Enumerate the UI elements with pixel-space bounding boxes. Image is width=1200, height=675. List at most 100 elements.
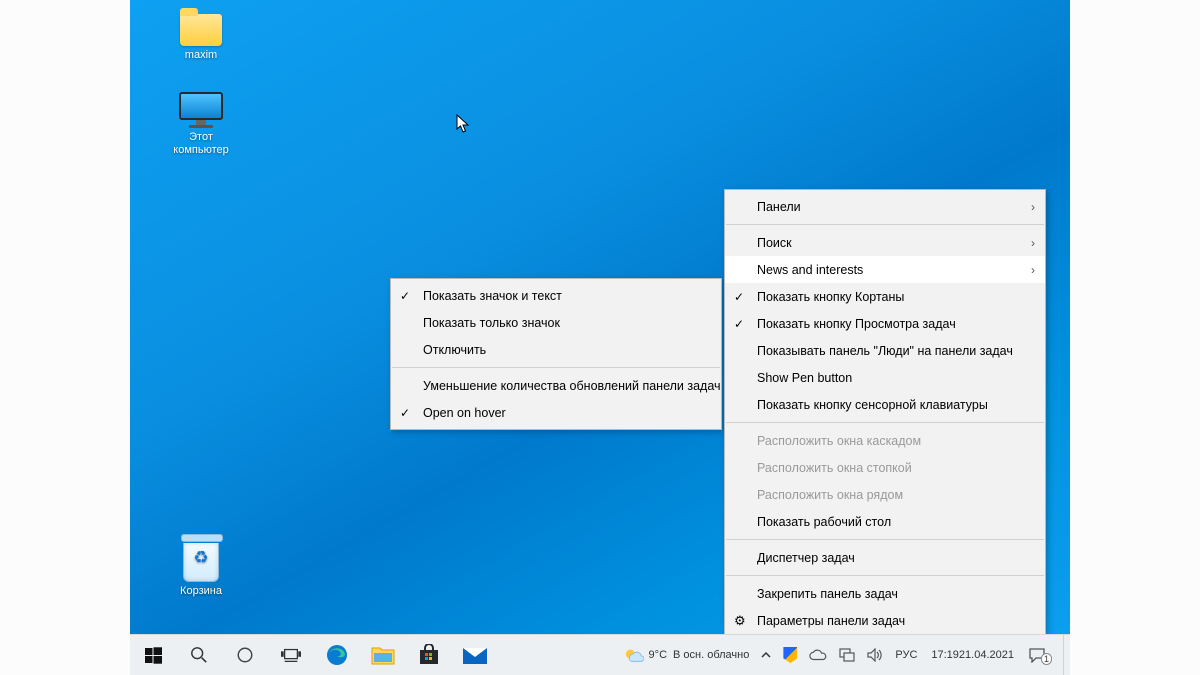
language-label: РУС — [895, 649, 917, 661]
clock-date: 21.04.2021 — [959, 649, 1014, 661]
this-pc-icon — [179, 92, 223, 128]
tray-overflow[interactable] — [755, 635, 777, 675]
weather-icon — [624, 646, 644, 664]
taskbar-left — [130, 635, 498, 675]
chevron-right-icon: › — [1031, 263, 1035, 277]
desktop-icon-user-folder[interactable]: maxim — [160, 14, 242, 62]
taskbar-app-edge[interactable] — [314, 635, 360, 675]
menu-item-label: Панели — [757, 200, 801, 214]
tray-security[interactable] — [777, 635, 803, 675]
cortana-button[interactable] — [222, 635, 268, 675]
menu-item-toolbars[interactable]: Панели › — [725, 193, 1045, 220]
menu-item-label: Уменьшение количества обновлений панели … — [423, 379, 721, 393]
desktop-icon-recycle-bin[interactable]: ♻ Корзина — [160, 534, 242, 598]
menu-item-label: Показать рабочий стол — [757, 515, 891, 529]
chevron-right-icon: › — [1031, 200, 1035, 214]
menu-item-reduce-updates[interactable]: Уменьшение количества обновлений панели … — [391, 372, 721, 399]
menu-item-label: Показать только значок — [423, 316, 560, 330]
menu-item-label: Поиск — [757, 236, 792, 250]
menu-item-side-by-side[interactable]: Расположить окна рядом — [725, 481, 1045, 508]
store-icon — [418, 644, 440, 666]
menu-item-people[interactable]: Показывать панель "Люди" на панели задач — [725, 337, 1045, 364]
taskbar-context-menu: Панели › Поиск › News and interests › ✓ … — [724, 189, 1046, 638]
desktop[interactable]: maxim Этот компьютер ♻ Корзина ✓ Показат… — [130, 0, 1070, 675]
menu-item-news-interests[interactable]: News and interests › — [725, 256, 1045, 283]
menu-item-label: Расположить окна каскадом — [757, 434, 921, 448]
menu-item-label: Параметры панели задач — [757, 614, 905, 628]
menu-separator — [726, 224, 1044, 225]
menu-item-cortana-button[interactable]: ✓ Показать кнопку Кортаны — [725, 283, 1045, 310]
menu-item-disable[interactable]: Отключить — [391, 336, 721, 363]
weather-desc: В осн. облачно — [673, 649, 749, 661]
menu-item-label: Показать кнопку Просмотра задач — [757, 317, 956, 331]
menu-item-label: Open on hover — [423, 406, 506, 420]
menu-item-touch-keyboard[interactable]: Показать кнопку сенсорной клавиатуры — [725, 391, 1045, 418]
notification-badge: 1 — [1041, 653, 1052, 665]
menu-separator — [392, 367, 720, 368]
task-view-button[interactable] — [268, 635, 314, 675]
tray-onedrive[interactable] — [803, 635, 833, 675]
desktop-icon-label: Корзина — [160, 585, 242, 598]
menu-item-label: Расположить окна стопкой — [757, 461, 912, 475]
menu-item-label: News and interests — [757, 263, 863, 277]
cloud-icon — [809, 649, 827, 661]
tray-language[interactable]: РУС — [889, 635, 923, 675]
page-margin-right — [1070, 0, 1200, 675]
taskbar[interactable]: 9°C В осн. облачно РУС 17:19 21.04.2021 — [130, 634, 1070, 675]
network-icon — [839, 648, 855, 662]
search-icon — [190, 646, 208, 664]
menu-separator — [726, 575, 1044, 576]
submenu-news-interests: ✓ Показать значок и текст Показать тольк… — [390, 278, 722, 430]
menu-item-show-icon-text[interactable]: ✓ Показать значок и текст — [391, 282, 721, 309]
menu-item-stacked[interactable]: Расположить окна стопкой — [725, 454, 1045, 481]
taskbar-app-store[interactable] — [406, 635, 452, 675]
menu-separator — [726, 422, 1044, 423]
menu-separator — [726, 539, 1044, 540]
clock-time: 17:19 — [931, 649, 959, 661]
taskbar-right: 9°C В осн. облачно РУС 17:19 21.04.2021 — [618, 635, 1070, 675]
menu-item-lock-taskbar[interactable]: Закрепить панель задач — [725, 580, 1045, 607]
check-icon: ✓ — [400, 289, 410, 303]
windows-logo-icon — [145, 647, 162, 664]
edge-icon — [325, 643, 349, 667]
tray-action-center[interactable]: 1 — [1022, 635, 1063, 675]
menu-item-label: Показать кнопку сенсорной клавиатуры — [757, 398, 988, 412]
recycle-bin-icon: ♻ — [181, 534, 221, 582]
menu-item-label: Диспетчер задач — [757, 551, 855, 565]
start-button[interactable] — [130, 635, 176, 675]
folder-icon — [180, 14, 222, 46]
menu-item-label: Показать значок и текст — [423, 289, 562, 303]
desktop-icon-this-pc[interactable]: Этот компьютер — [160, 92, 242, 156]
menu-item-cascade[interactable]: Расположить окна каскадом — [725, 427, 1045, 454]
cursor-icon — [456, 114, 470, 134]
page-margin-left — [0, 0, 130, 675]
chevron-right-icon: › — [1031, 236, 1035, 250]
search-button[interactable] — [176, 635, 222, 675]
speaker-icon — [867, 648, 883, 662]
menu-item-taskbar-settings[interactable]: ⚙ Параметры панели задач — [725, 607, 1045, 634]
menu-item-task-view-button[interactable]: ✓ Показать кнопку Просмотра задач — [725, 310, 1045, 337]
menu-item-pen-button[interactable]: Show Pen button — [725, 364, 1045, 391]
taskbar-app-explorer[interactable] — [360, 635, 406, 675]
menu-item-open-on-hover[interactable]: ✓ Open on hover — [391, 399, 721, 426]
menu-item-show-desktop[interactable]: Показать рабочий стол — [725, 508, 1045, 535]
menu-item-search[interactable]: Поиск › — [725, 229, 1045, 256]
cortana-icon — [236, 646, 254, 664]
menu-item-show-icon-only[interactable]: Показать только значок — [391, 309, 721, 336]
show-desktop-button[interactable] — [1063, 635, 1070, 675]
weather-temp: 9°C — [649, 649, 667, 661]
taskbar-app-mail[interactable] — [452, 635, 498, 675]
tray-network[interactable] — [833, 635, 861, 675]
menu-item-task-manager[interactable]: Диспетчер задач — [725, 544, 1045, 571]
desktop-icon-label: maxim — [160, 49, 242, 62]
task-view-icon — [281, 647, 301, 663]
menu-item-label: Показывать панель "Люди" на панели задач — [757, 344, 1013, 358]
tray-clock[interactable]: 17:19 21.04.2021 — [923, 635, 1022, 675]
menu-item-label: Show Pen button — [757, 371, 852, 385]
tray-volume[interactable] — [861, 635, 889, 675]
file-explorer-icon — [371, 644, 395, 666]
menu-item-label: Закрепить панель задач — [757, 587, 898, 601]
weather-widget[interactable]: 9°C В осн. облачно — [618, 635, 756, 675]
gear-icon: ⚙ — [734, 613, 746, 629]
check-icon: ✓ — [734, 290, 744, 304]
